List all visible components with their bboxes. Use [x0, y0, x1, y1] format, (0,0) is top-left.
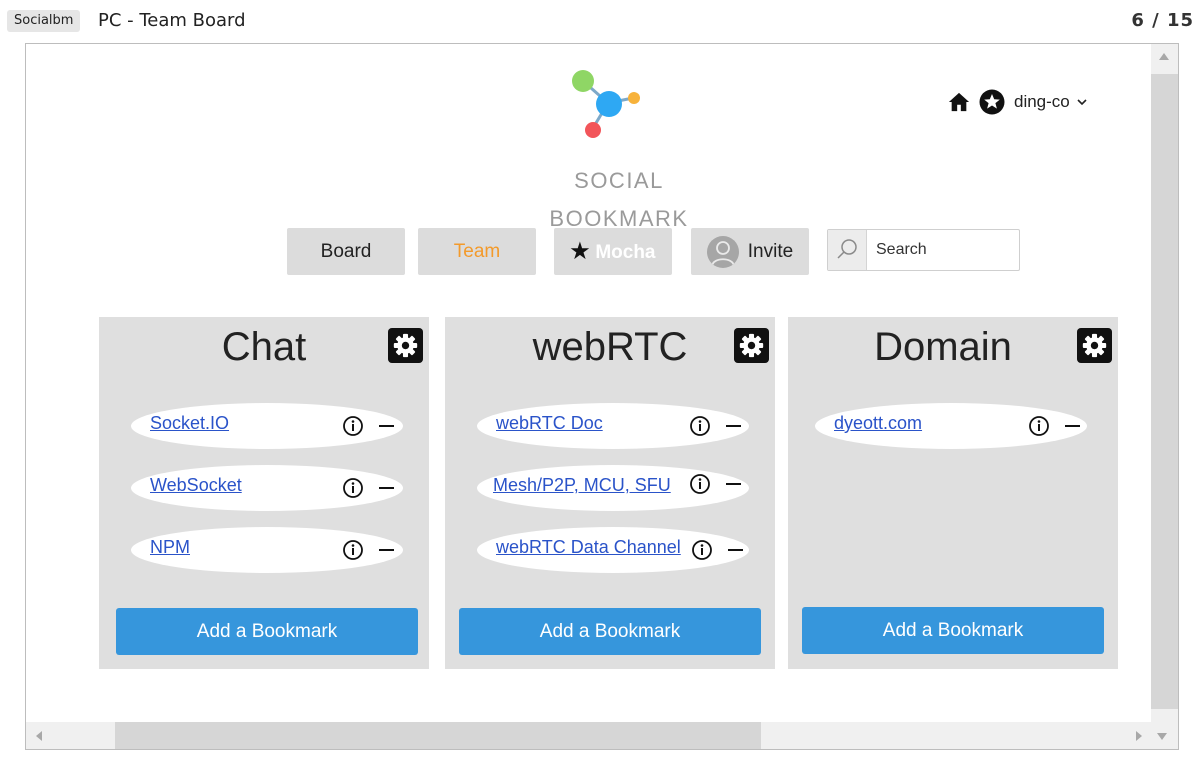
- info-icon[interactable]: [1028, 415, 1050, 437]
- title-bar: Socialbm PC - Team Board 6 / 15: [0, 0, 1204, 42]
- info-icon[interactable]: [342, 477, 364, 499]
- remove-icon[interactable]: [728, 549, 743, 551]
- social-bookmark-logo[interactable]: SOCIAL BOOKMARK: [546, 68, 726, 238]
- mocha-label: Mocha: [595, 242, 656, 263]
- bookmark-link[interactable]: dyeott.com: [834, 413, 922, 434]
- board-title: Domain: [874, 325, 1012, 369]
- remove-icon[interactable]: [379, 487, 394, 489]
- mocha-button[interactable]: ★ Mocha: [554, 228, 672, 275]
- bookmark-item: Mesh/P2P, MCU, SFU: [477, 465, 749, 511]
- search-box: [827, 229, 1020, 271]
- search-input[interactable]: [868, 230, 1018, 270]
- info-icon[interactable]: [342, 415, 364, 437]
- user-name[interactable]: ding-co: [1014, 92, 1070, 112]
- board-domain: Domain dyeott.com Add a Bookmark: [788, 317, 1118, 669]
- user-area: ding-co: [948, 89, 1088, 115]
- remove-icon[interactable]: [379, 549, 394, 551]
- gear-icon[interactable]: [1077, 328, 1112, 363]
- scroll-up-icon[interactable]: [1159, 53, 1169, 60]
- board-title: webRTC: [532, 325, 688, 369]
- board-button[interactable]: Board: [287, 228, 405, 275]
- bookmark-link[interactable]: NPM: [150, 537, 190, 558]
- search-icon[interactable]: [828, 230, 867, 270]
- invite-label: Invite: [747, 241, 794, 262]
- remove-icon[interactable]: [726, 483, 741, 485]
- add-bookmark-button[interactable]: Add a Bookmark: [802, 607, 1104, 654]
- bookmark-item: NPM: [131, 527, 403, 573]
- info-icon[interactable]: [689, 415, 711, 437]
- scroll-right-icon[interactable]: [1136, 731, 1142, 741]
- star-circle-icon[interactable]: [979, 89, 1005, 115]
- bookmark-link[interactable]: Mesh/P2P, MCU, SFU: [493, 475, 671, 496]
- remove-icon[interactable]: [726, 425, 741, 427]
- gear-icon[interactable]: [734, 328, 769, 363]
- horizontal-scrollbar[interactable]: [26, 722, 1178, 749]
- info-icon[interactable]: [691, 539, 713, 561]
- info-icon[interactable]: [689, 473, 711, 495]
- team-button[interactable]: Team: [418, 228, 536, 275]
- info-icon[interactable]: [342, 539, 364, 561]
- app-frame: SOCIAL BOOKMARK ding-co Board Team ★ Moch…: [25, 43, 1179, 750]
- bookmark-link[interactable]: Socket.IO: [150, 413, 229, 434]
- bookmark-item: webRTC Data Channel: [477, 527, 749, 573]
- project-tag: Socialbm: [7, 10, 81, 32]
- scroll-thumb[interactable]: [1151, 74, 1178, 709]
- page-title: PC - Team Board: [98, 10, 246, 31]
- remove-icon[interactable]: [379, 425, 394, 427]
- board-chat: Chat Socket.IO WebSocket NPM Add a Bookm…: [99, 317, 429, 669]
- board-webrtc: webRTC webRTC Doc Mesh/P2P, MCU, SFU web…: [445, 317, 775, 669]
- bookmark-item: dyeott.com: [815, 403, 1087, 449]
- logo-text-social: SOCIAL: [574, 168, 664, 193]
- avatar-icon: [706, 235, 739, 268]
- add-bookmark-button[interactable]: Add a Bookmark: [116, 608, 418, 655]
- bookmark-link[interactable]: WebSocket: [150, 475, 242, 496]
- add-bookmark-button[interactable]: Add a Bookmark: [459, 608, 761, 655]
- logo-molecule-icon: [572, 70, 640, 138]
- scroll-left-icon[interactable]: [36, 731, 42, 741]
- chevron-down-icon[interactable]: [1076, 97, 1088, 107]
- bookmark-item: WebSocket: [131, 465, 403, 511]
- bookmark-item: Socket.IO: [131, 403, 403, 449]
- star-icon: ★: [570, 240, 590, 263]
- bookmark-item: webRTC Doc: [477, 403, 749, 449]
- vertical-scrollbar[interactable]: [1151, 44, 1178, 722]
- bookmark-link[interactable]: webRTC Doc: [496, 413, 603, 434]
- board-title: Chat: [221, 325, 307, 369]
- bookmark-link[interactable]: webRTC Data Channel: [496, 537, 681, 558]
- scroll-thumb[interactable]: [115, 722, 761, 749]
- remove-icon[interactable]: [1065, 425, 1080, 427]
- home-icon[interactable]: [948, 91, 970, 113]
- scroll-down-icon[interactable]: [1157, 733, 1167, 740]
- invite-button[interactable]: Invite: [691, 228, 809, 275]
- page-counter: 6 / 15: [1131, 10, 1194, 31]
- gear-icon[interactable]: [388, 328, 423, 363]
